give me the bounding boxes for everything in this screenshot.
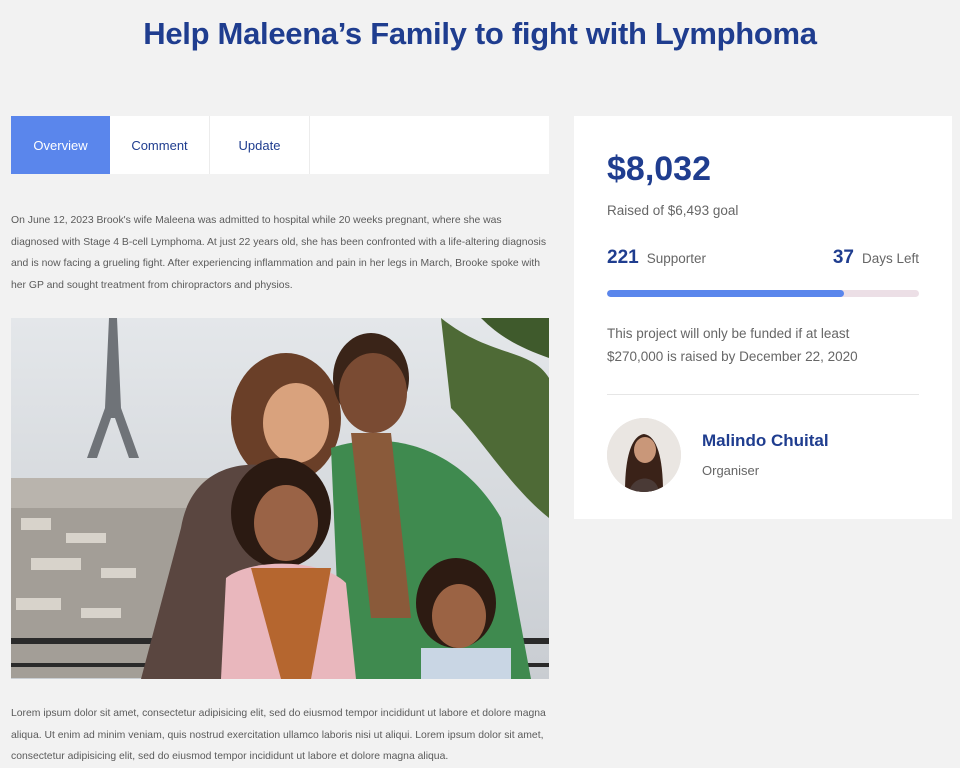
story-intro: On June 12, 2023 Brook's wife Maleena wa…: [11, 215, 547, 291]
divider: [607, 394, 919, 395]
funding-progress-bar: [607, 290, 919, 297]
raised-amount: $8,032: [607, 150, 711, 188]
story-body: Lorem ipsum dolor sit amet, consectetur …: [11, 708, 546, 762]
supporters-label: Supporter: [646, 251, 706, 266]
supporters-stat: 221 Supporter: [607, 247, 706, 269]
funding-notice: This project will only be funded if at l…: [607, 326, 858, 364]
organiser-role: Organiser: [702, 463, 760, 478]
tab-comment[interactable]: Comment: [110, 116, 210, 174]
days-left-label: Days Left: [861, 251, 919, 266]
tab-bar: Overview Comment Update: [11, 116, 549, 174]
funding-progress-fill: [607, 290, 845, 297]
days-left-count: 37: [832, 247, 854, 268]
organiser-name[interactable]: Malindo Chuital: [702, 431, 829, 451]
goal-text: Raised of $6,493 goal: [607, 203, 739, 218]
page-title: Help Maleena’s Family to fight with Lymp…: [143, 16, 817, 51]
family-photo: [11, 318, 549, 679]
days-left-stat: 37 Days Left: [833, 247, 919, 269]
tab-update[interactable]: Update: [210, 116, 310, 174]
donation-card: $8,032 Raised of $6,493 goal 221 Support…: [574, 116, 952, 519]
supporters-count: 221: [607, 247, 639, 268]
family-photo-illustration: [11, 318, 549, 679]
avatar-illustration: [607, 418, 681, 492]
organiser-avatar[interactable]: [607, 418, 681, 492]
tab-overview[interactable]: Overview: [11, 116, 110, 174]
